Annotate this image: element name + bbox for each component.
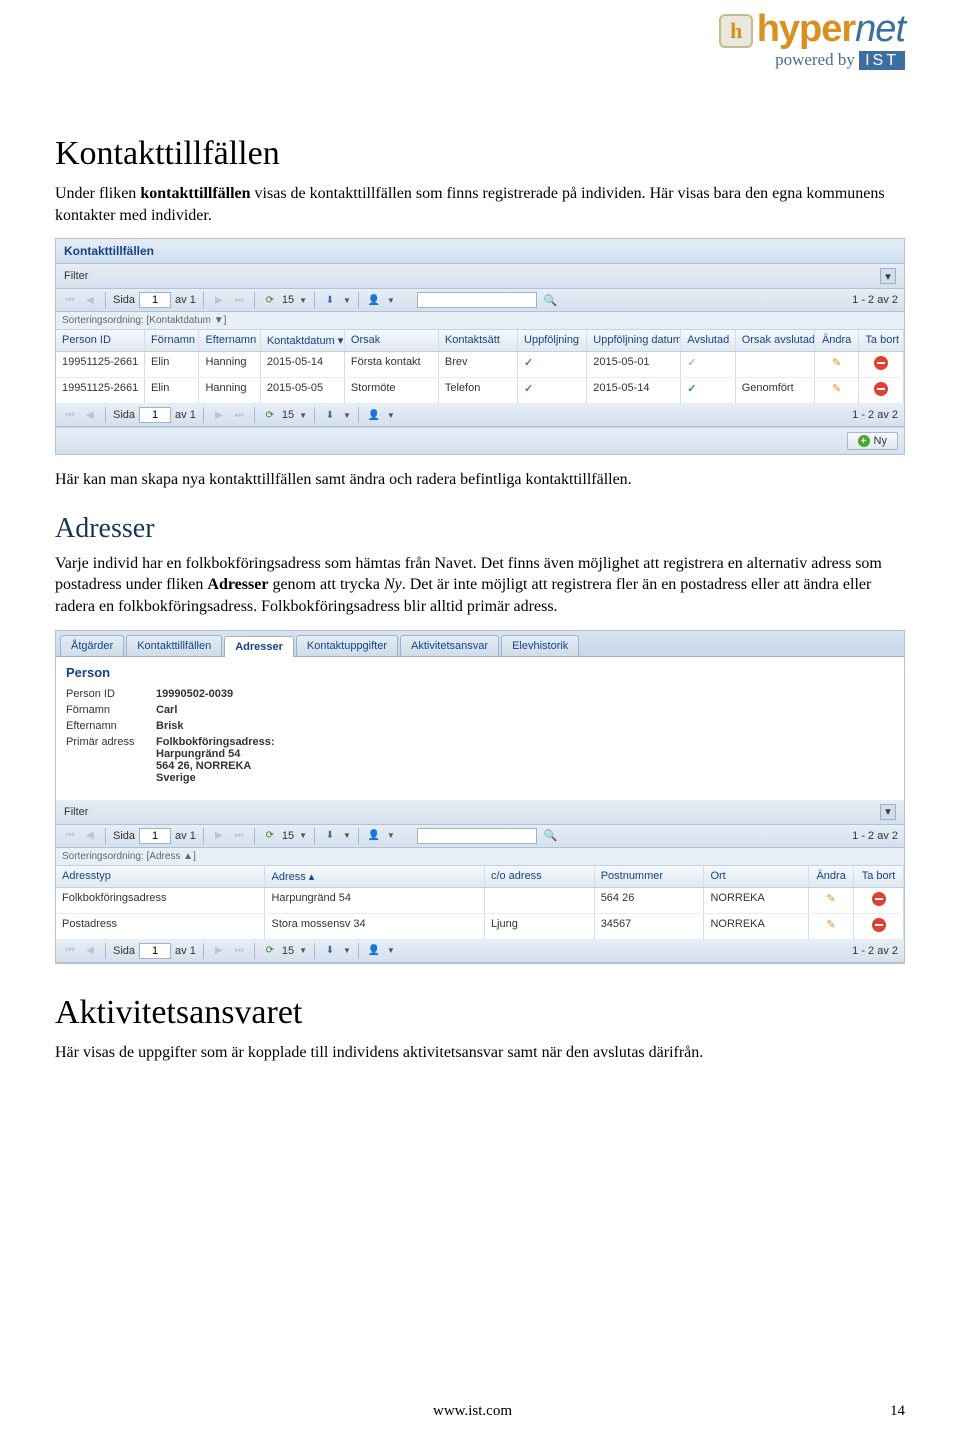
footer-page-number: 14 <box>890 1403 905 1420</box>
next-page-icon[interactable]: ▶ <box>211 407 227 423</box>
record-count: 1 - 2 av 2 <box>852 945 898 957</box>
search-icon[interactable]: 🔍 <box>544 829 558 842</box>
next-page-icon[interactable]: ▶ <box>211 292 227 308</box>
refresh-icon[interactable]: ⟳ <box>262 292 278 308</box>
table-row[interactable]: FolkbokföringsadressHarpungränd 54564 26… <box>56 888 904 914</box>
brand-logo: hhypernet powered by IST <box>719 10 905 70</box>
record-count: 1 - 2 av 2 <box>852 830 898 842</box>
export-icon[interactable]: ⬇ <box>322 292 338 308</box>
paragraph-aktiv: Här visas de uppgifter som är kopplade t… <box>55 1042 905 1064</box>
user-icon[interactable]: 👤 <box>366 943 382 959</box>
prev-page-icon[interactable]: ◀ <box>82 292 98 308</box>
new-button[interactable]: +Ny <box>847 432 898 450</box>
grid-header[interactable]: AdresstypAdress ▴c/o adressPostnummerOrt… <box>56 866 904 888</box>
delete-icon[interactable] <box>872 892 886 906</box>
record-count: 1 - 2 av 2 <box>852 409 898 421</box>
user-icon[interactable]: 👤 <box>366 828 382 844</box>
tab-kontakttillfallen[interactable]: Kontakttillfällen <box>126 635 222 656</box>
plus-icon: + <box>858 435 870 447</box>
filter-dropdown-icon[interactable]: ▾ <box>880 268 896 284</box>
first-page-icon[interactable]: ⏮ <box>62 943 78 959</box>
export-icon[interactable]: ⬇ <box>322 828 338 844</box>
last-page-icon[interactable]: ⏭ <box>231 407 247 423</box>
search-input[interactable] <box>417 828 537 844</box>
export-icon[interactable]: ⬇ <box>322 943 338 959</box>
kontakt-panel: Kontakttillfällen Filter ▾ ⏮ ◀ Sida av 1… <box>55 238 905 455</box>
tab-kontaktuppgifter[interactable]: Kontaktuppgifter <box>296 635 398 656</box>
paragraph-kontakt-desc: Här kan man skapa nya kontakttillfällen … <box>55 469 905 491</box>
record-count: 1 - 2 av 2 <box>852 294 898 306</box>
last-page-icon[interactable]: ⏭ <box>231 943 247 959</box>
paragraph-adresser: Varje individ har en folkbokföringsadres… <box>55 553 905 618</box>
edit-icon[interactable]: ✎ <box>827 893 836 905</box>
first-page-icon[interactable]: ⏮ <box>62 407 78 423</box>
heading-aktivitetsansvaret: Aktivitetsansvaret <box>55 994 905 1032</box>
tab-strip: Åtgärder Kontakttillfällen Adresser Kont… <box>56 631 904 657</box>
adresser-panel: Åtgärder Kontakttillfällen Adresser Kont… <box>55 630 905 964</box>
heading-kontakttillfallen: Kontakttillfällen <box>55 135 905 173</box>
search-icon[interactable]: 🔍 <box>544 294 558 307</box>
first-page-icon[interactable]: ⏮ <box>62 292 78 308</box>
tab-adresser[interactable]: Adresser <box>224 636 294 657</box>
first-page-icon[interactable]: ⏮ <box>62 828 78 844</box>
delete-icon[interactable] <box>874 382 888 396</box>
page-input[interactable] <box>139 292 171 308</box>
page-input[interactable] <box>139 828 171 844</box>
table-row[interactable]: 19951125-2661ElinHanning2015-05-05Stormö… <box>56 378 904 404</box>
paging-toolbar-bottom: ⏮ ◀ Sida av 1 ▶ ⏭ ⟳ 15▼ ⬇▼ 👤▼ 1 - 2 av 2 <box>56 404 904 427</box>
person-title: Person <box>66 665 894 680</box>
heading-adresser: Adresser <box>55 513 905 545</box>
next-page-icon[interactable]: ▶ <box>211 828 227 844</box>
table-row[interactable]: PostadressStora mossensv 34Ljung34567NOR… <box>56 914 904 940</box>
filter-dropdown-icon[interactable]: ▾ <box>880 804 896 820</box>
filter-bar[interactable]: Filter ▾ <box>56 800 904 825</box>
page-input[interactable] <box>139 407 171 423</box>
paging-toolbar-bottom: ⏮ ◀ Sida av 1 ▶ ⏭ ⟳ 15▼ ⬇▼ 👤▼ 1 - 2 av 2 <box>56 940 904 963</box>
powered-by: powered by IST <box>719 50 905 70</box>
page-footer: www.ist.com 14 <box>0 1403 960 1420</box>
logo-badge-icon: h <box>719 14 753 48</box>
user-icon[interactable]: 👤 <box>366 407 382 423</box>
paragraph-kontakt-intro: Under fliken kontakttillfällen visas de … <box>55 183 905 226</box>
prev-page-icon[interactable]: ◀ <box>82 828 98 844</box>
refresh-icon[interactable]: ⟳ <box>262 943 278 959</box>
edit-icon[interactable]: ✎ <box>832 357 841 369</box>
filter-bar[interactable]: Filter ▾ <box>56 264 904 289</box>
page-input[interactable] <box>139 943 171 959</box>
tab-elevhistorik[interactable]: Elevhistorik <box>501 635 579 656</box>
sort-indicator: Sorteringsordning: [Kontaktdatum ▼] <box>56 312 904 330</box>
delete-icon[interactable] <box>872 918 886 932</box>
grid-header[interactable]: Person IDFörnamnEfternamnKontaktdatum ▾O… <box>56 330 904 352</box>
paging-toolbar-top: ⏮ ◀ Sida av 1 ▶ ⏭ ⟳ 15▼ ⬇▼ 👤▼ 🔍 1 - 2 av… <box>56 825 904 848</box>
search-input[interactable] <box>417 292 537 308</box>
next-page-icon[interactable]: ▶ <box>211 943 227 959</box>
panel-title: Kontakttillfällen <box>56 239 904 264</box>
prev-page-icon[interactable]: ◀ <box>82 407 98 423</box>
person-details: Person Person ID19990502-0039 FörnamnCar… <box>56 657 904 800</box>
edit-icon[interactable]: ✎ <box>832 383 841 395</box>
sort-indicator: Sorteringsordning: [Adress ▲] <box>56 848 904 866</box>
prev-page-icon[interactable]: ◀ <box>82 943 98 959</box>
check-icon: ✓ <box>687 383 696 395</box>
table-row[interactable]: 19951125-2661ElinHanning2015-05-14Första… <box>56 352 904 378</box>
tab-aktivitetsansvar[interactable]: Aktivitetsansvar <box>400 635 499 656</box>
user-icon[interactable]: 👤 <box>366 292 382 308</box>
refresh-icon[interactable]: ⟳ <box>262 828 278 844</box>
last-page-icon[interactable]: ⏭ <box>231 828 247 844</box>
check-icon: ✓ <box>524 357 533 369</box>
paging-toolbar-top: ⏮ ◀ Sida av 1 ▶ ⏭ ⟳ 15▼ ⬇▼ 👤▼ 🔍 1 - 2 av… <box>56 289 904 312</box>
tab-atgarder[interactable]: Åtgärder <box>60 635 124 656</box>
refresh-icon[interactable]: ⟳ <box>262 407 278 423</box>
check-icon: ✓ <box>524 383 533 395</box>
check-icon: ✓ <box>687 357 696 369</box>
edit-icon[interactable]: ✎ <box>827 919 836 931</box>
delete-icon[interactable] <box>874 356 888 370</box>
export-icon[interactable]: ⬇ <box>322 407 338 423</box>
last-page-icon[interactable]: ⏭ <box>231 292 247 308</box>
footer-url: www.ist.com <box>433 1403 512 1420</box>
